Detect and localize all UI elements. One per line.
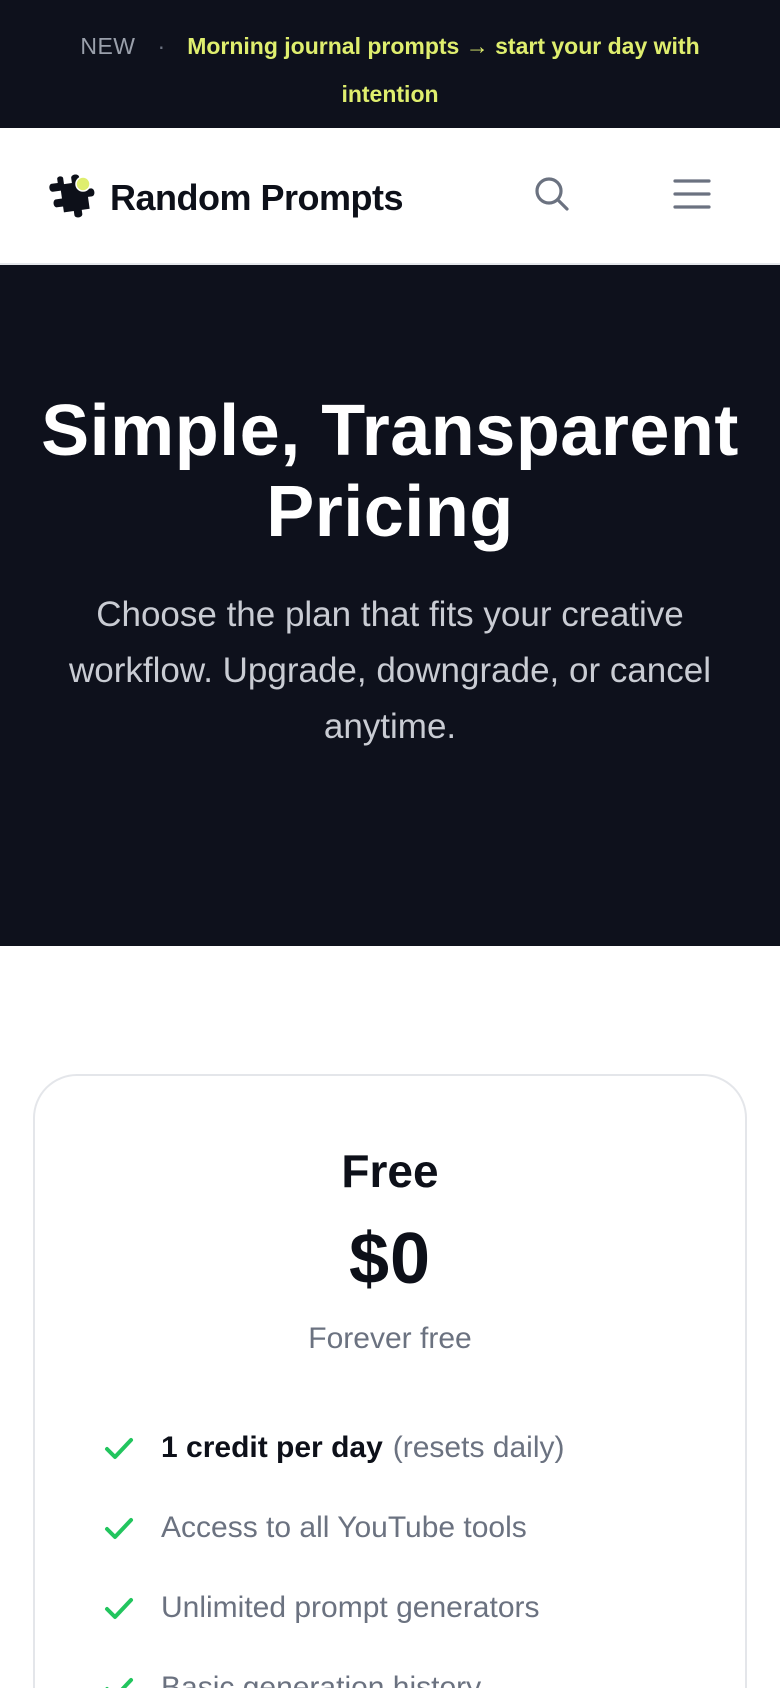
site-header: Random Prompts bbox=[0, 128, 780, 265]
separator-dot: · bbox=[157, 33, 166, 59]
brand-home-link[interactable]: Random Prompts bbox=[46, 171, 404, 225]
feature-highlight: 1 credit per day bbox=[161, 1431, 383, 1464]
feature-text: (resets daily) bbox=[392, 1431, 565, 1464]
puzzle-logo-icon bbox=[46, 171, 100, 225]
feature-text: Unlimited prompt generators bbox=[161, 1591, 540, 1624]
search-icon bbox=[533, 175, 571, 218]
plan-name: Free bbox=[341, 1145, 439, 1197]
plan-period: Forever free bbox=[308, 1322, 472, 1355]
feature-item: Basic generation history bbox=[103, 1648, 723, 1688]
brand-name: Random Prompts bbox=[110, 177, 404, 218]
announcement-bar: NEW · Morning journal prompts → start your… bbox=[0, 0, 780, 128]
announcement-link[interactable]: Morning journal prompts → start your day… bbox=[187, 33, 699, 107]
feature-list: 1 credit per day (resets daily) Access to… bbox=[103, 1408, 723, 1688]
check-icon bbox=[103, 1672, 135, 1688]
check-icon bbox=[103, 1512, 135, 1544]
feature-text: Access to all YouTube tools bbox=[161, 1511, 527, 1544]
pricing-card-free: Free $0 Forever free 1 credit per day (re… bbox=[33, 1074, 747, 1688]
check-icon bbox=[103, 1432, 135, 1464]
new-badge: NEW bbox=[80, 33, 136, 59]
feature-item: Unlimited prompt generators bbox=[103, 1568, 723, 1648]
hero-section: Simple, Transparent Pricing Choose the p… bbox=[0, 265, 780, 946]
search-button[interactable] bbox=[524, 168, 580, 224]
feature-item: Access to all YouTube tools bbox=[103, 1488, 723, 1568]
page-title: Simple, Transparent Pricing bbox=[41, 391, 739, 552]
hamburger-menu-icon bbox=[673, 178, 711, 215]
feature-item: 1 credit per day (resets daily) bbox=[103, 1408, 723, 1488]
page-subtitle: Choose the plan that fits your creative … bbox=[68, 595, 711, 746]
plan-price: $0 bbox=[348, 1219, 432, 1299]
feature-text: Basic generation history bbox=[161, 1671, 482, 1688]
check-icon bbox=[103, 1592, 135, 1624]
menu-button[interactable] bbox=[664, 168, 720, 224]
